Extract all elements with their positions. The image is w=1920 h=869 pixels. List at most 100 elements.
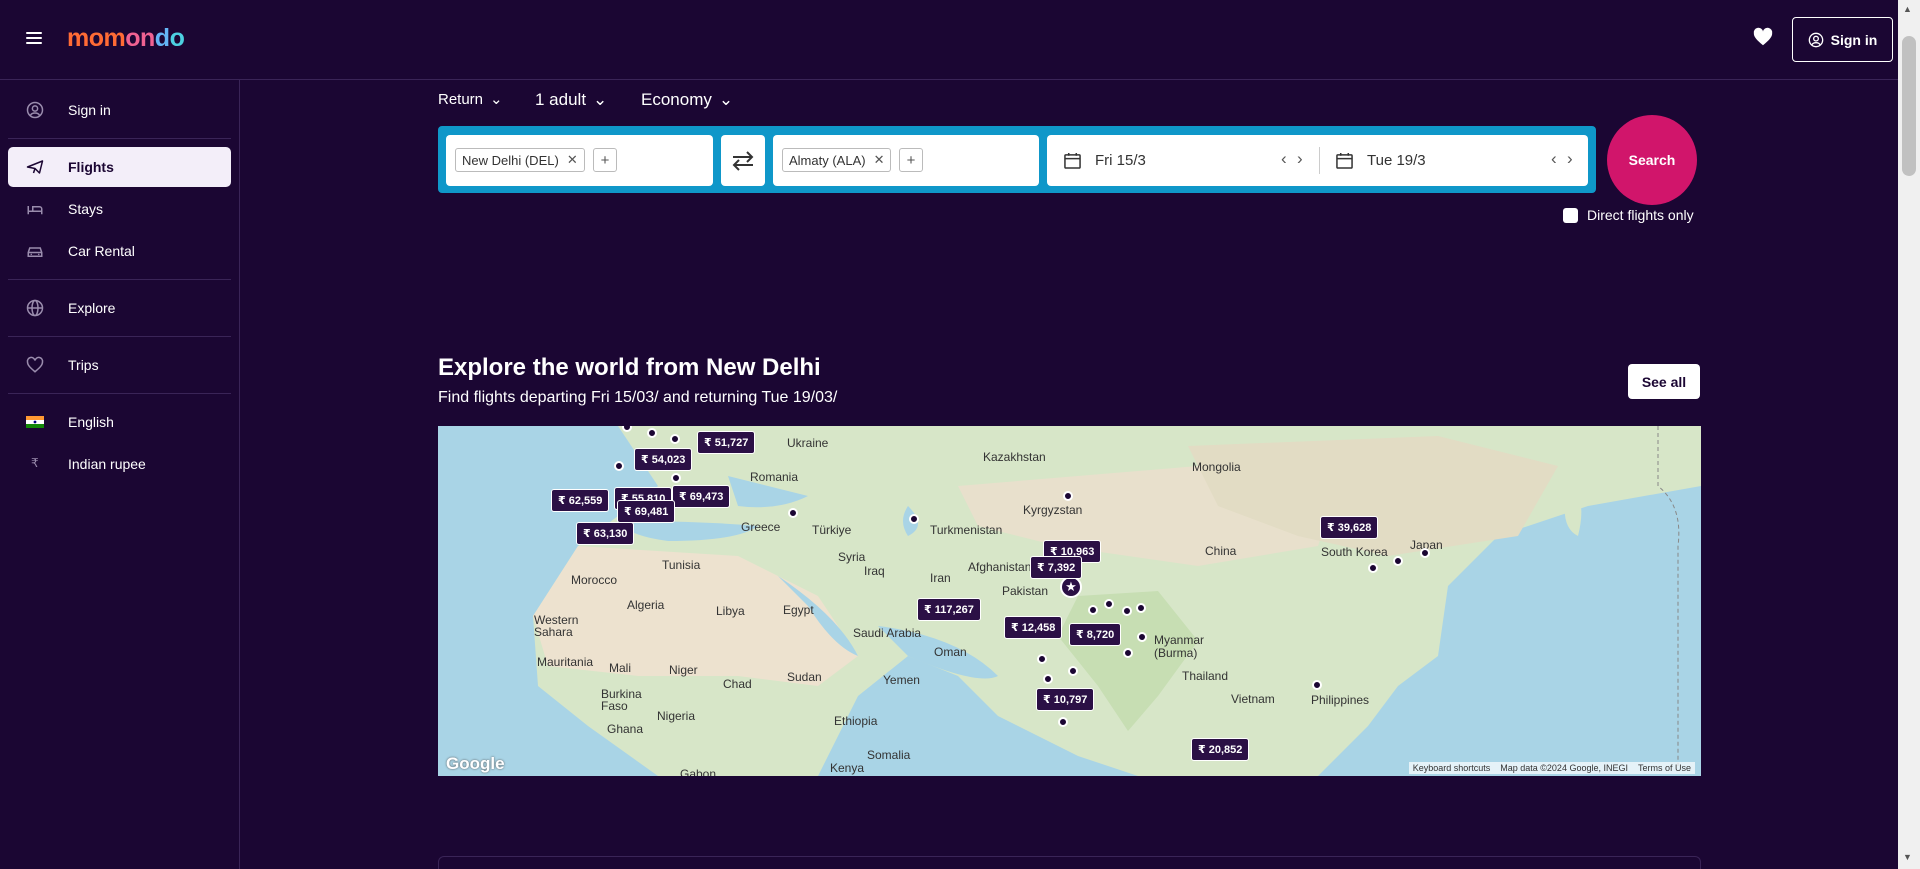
map-label: Ghana xyxy=(607,722,644,736)
price-pin[interactable]: ₹ 69,481 xyxy=(617,500,676,523)
price-pin[interactable]: ₹ 10,797 xyxy=(1036,688,1095,711)
price-pin[interactable]: ₹ 69,473 xyxy=(672,485,731,508)
map-label: Myanmar (Burma) xyxy=(1154,633,1205,660)
map-label: Türkiye xyxy=(812,523,852,537)
map-label: Iran xyxy=(930,571,951,585)
sign-in-button[interactable]: Sign in xyxy=(1792,17,1893,62)
calendar-icon xyxy=(1064,152,1081,169)
explore-title: Explore the world from New Delhi xyxy=(438,354,821,381)
sign-in-label: Sign in xyxy=(1830,31,1878,48)
direct-flights-checkbox[interactable] xyxy=(1563,207,1578,223)
favorites-heart-icon[interactable] xyxy=(1752,26,1774,48)
heart-icon xyxy=(26,356,44,373)
destination-dot[interactable] xyxy=(909,514,919,524)
terms-of-use-link[interactable]: Terms of Use xyxy=(1638,763,1691,773)
chevron-left-icon[interactable]: ‹ xyxy=(1281,149,1287,169)
origin-field[interactable]: New Delhi (DEL) ✕ + xyxy=(446,135,713,186)
see-all-button[interactable]: See all xyxy=(1628,364,1700,399)
map-label: Nigeria xyxy=(657,709,696,723)
sidebar-item-sign-in[interactable]: Sign in xyxy=(8,90,231,130)
destination-dot[interactable] xyxy=(788,508,798,518)
origin-star-icon[interactable]: ★ xyxy=(1060,576,1082,598)
momondo-logo[interactable]: momondo xyxy=(67,24,185,53)
destination-dot[interactable] xyxy=(1420,548,1430,558)
map-label: Algeria xyxy=(627,598,665,612)
destination-dot[interactable] xyxy=(1368,563,1378,573)
price-pin[interactable]: ₹ 51,727 xyxy=(697,431,756,454)
chevron-right-icon[interactable]: › xyxy=(1567,149,1573,169)
destination-dot[interactable] xyxy=(670,434,680,444)
destination-dot[interactable] xyxy=(1123,648,1133,658)
sidebar-item-label: Flights xyxy=(68,159,114,175)
add-origin-button[interactable]: + xyxy=(593,148,617,172)
return-date-field[interactable]: Tue 19/3 ‹ › xyxy=(1319,135,1588,186)
destination-dot[interactable] xyxy=(1068,666,1078,676)
destination-dot[interactable] xyxy=(647,428,657,438)
destination-dot[interactable] xyxy=(671,473,681,483)
destination-dot[interactable] xyxy=(1043,674,1053,684)
sidebar-divider xyxy=(8,336,231,337)
sidebar-item-language[interactable]: English xyxy=(8,402,231,442)
destination-dot[interactable] xyxy=(614,461,624,471)
sidebar-divider xyxy=(8,138,231,139)
direct-flights-toggle[interactable]: Direct flights only xyxy=(1563,207,1694,223)
chevron-left-icon[interactable]: ‹ xyxy=(1551,149,1557,169)
passengers-dropdown[interactable]: 1 adult ⌄ xyxy=(535,90,607,110)
price-pin[interactable]: ₹ 62,559 xyxy=(551,489,610,512)
sidebar-item-stays[interactable]: Stays xyxy=(8,189,231,229)
map-label: Somalia xyxy=(867,748,911,762)
dates-field: Fri 15/3 ‹ › Tue 19/3 ‹ › xyxy=(1047,135,1588,186)
swap-locations-button[interactable] xyxy=(721,135,765,186)
price-pin[interactable]: ₹ 8,720 xyxy=(1069,623,1122,646)
price-pin[interactable]: ₹ 117,267 xyxy=(917,598,981,621)
cabin-value: Economy xyxy=(641,90,712,109)
remove-origin-icon[interactable]: ✕ xyxy=(567,152,578,168)
price-pin[interactable]: ₹ 39,628 xyxy=(1320,516,1379,539)
sidebar-item-currency[interactable]: ₹ Indian rupee xyxy=(8,444,231,484)
map-label: Philippines xyxy=(1311,693,1370,707)
menu-icon[interactable] xyxy=(26,32,42,44)
price-pin[interactable]: ₹ 12,458 xyxy=(1004,616,1063,639)
map-label: Thailand xyxy=(1182,669,1229,683)
destination-dot[interactable] xyxy=(1393,556,1403,566)
sidebar-item-flights[interactable]: Flights xyxy=(8,147,231,187)
rupee-icon: ₹ xyxy=(31,456,39,470)
price-pin[interactable]: ₹ 54,023 xyxy=(634,448,693,471)
destination-dot[interactable] xyxy=(1136,603,1146,613)
scroll-up-arrow[interactable]: ▲ xyxy=(1903,4,1912,14)
destination-dot[interactable] xyxy=(1088,605,1098,615)
add-destination-button[interactable]: + xyxy=(899,148,923,172)
destination-field[interactable]: Almaty (ALA) ✕ + xyxy=(773,135,1039,186)
price-pin[interactable]: ₹ 7,392 xyxy=(1030,556,1083,579)
destination-dot[interactable] xyxy=(1063,491,1073,501)
sidebar-item-explore[interactable]: Explore xyxy=(8,288,231,328)
destination-dot[interactable] xyxy=(1104,599,1114,609)
depart-date-field[interactable]: Fri 15/3 ‹ › xyxy=(1047,135,1319,186)
user-icon xyxy=(1808,32,1823,47)
chevron-right-icon[interactable]: › xyxy=(1297,149,1303,169)
scroll-down-arrow[interactable]: ▼ xyxy=(1903,852,1912,862)
cabin-dropdown[interactable]: Economy ⌄ xyxy=(641,90,733,110)
remove-destination-icon[interactable]: ✕ xyxy=(874,152,885,168)
price-pin[interactable]: ₹ 63,130 xyxy=(576,522,635,545)
destination-dot[interactable] xyxy=(1312,680,1322,690)
scrollbar-thumb[interactable] xyxy=(1902,36,1916,176)
map-label: Morocco xyxy=(571,573,618,587)
page-scrollbar[interactable]: ▲ ▼ xyxy=(1898,0,1920,869)
map-label: Ukraine xyxy=(787,436,829,450)
explore-map[interactable]: Kazakhstan Mongolia Ukraine Romania Kyrg… xyxy=(438,426,1701,776)
destination-dot[interactable] xyxy=(1137,632,1147,642)
search-button[interactable]: Search xyxy=(1607,115,1697,205)
trip-type-dropdown[interactable]: Return ⌄ xyxy=(438,90,503,109)
search-form: New Delhi (DEL) ✕ + Almaty (ALA) ✕ + Fri 1… xyxy=(438,126,1596,193)
destination-dot[interactable] xyxy=(1037,654,1047,664)
keyboard-shortcuts-link[interactable]: Keyboard shortcuts xyxy=(1413,763,1491,773)
sidebar-item-car-rental[interactable]: Car Rental xyxy=(8,231,231,271)
destination-dot[interactable] xyxy=(1122,606,1132,616)
map-label: Saudi Arabia xyxy=(853,626,922,640)
price-pin[interactable]: ₹ 20,852 xyxy=(1191,738,1250,761)
calendar-icon xyxy=(1336,152,1353,169)
sidebar-item-trips[interactable]: Trips xyxy=(8,345,231,385)
destination-dot[interactable] xyxy=(1058,717,1068,727)
google-logo: Google xyxy=(446,754,505,773)
